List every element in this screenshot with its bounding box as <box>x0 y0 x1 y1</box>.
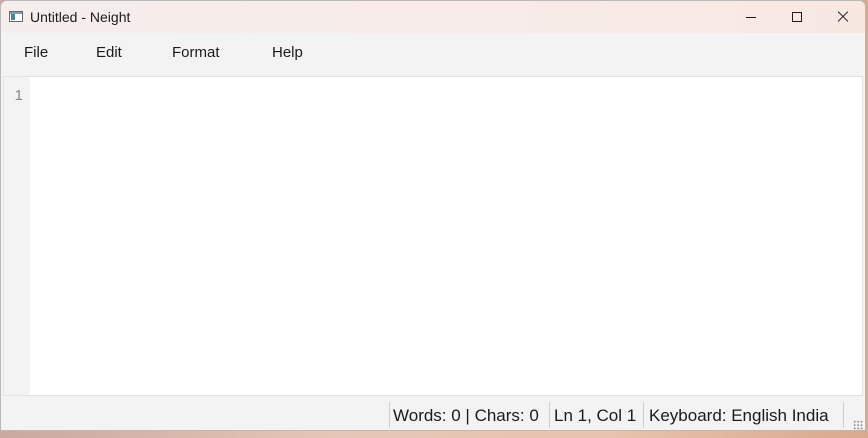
maximize-icon <box>792 12 802 22</box>
minimize-icon <box>746 16 756 18</box>
menu-edit[interactable]: Edit <box>96 44 122 61</box>
close-icon <box>837 11 849 23</box>
window-title: Untitled - Neight <box>30 9 131 25</box>
menu-bar: File Edit Format Help <box>1 33 865 73</box>
status-divider <box>643 402 644 428</box>
menu-file[interactable]: File <box>24 44 48 61</box>
minimize-button[interactable] <box>728 1 774 33</box>
status-divider <box>549 402 550 428</box>
resize-grip-icon[interactable] <box>853 420 863 430</box>
status-divider <box>389 402 390 428</box>
app-window: Untitled - Neight File Edit Format Help … <box>0 0 866 431</box>
status-word-char-count: Words: 0 | Chars: 0 <box>393 406 539 425</box>
menu-help[interactable]: Help <box>272 44 303 61</box>
status-divider <box>843 402 844 428</box>
line-number: 1 <box>14 87 23 104</box>
status-cursor-position: Ln 1, Col 1 <box>554 406 637 425</box>
line-number-gutter: 1 <box>4 77 30 395</box>
editor-pane: 1 <box>3 76 863 396</box>
app-icon <box>9 11 23 22</box>
text-editor-area[interactable] <box>30 77 862 395</box>
status-bar: Words: 0 | Chars: 0 Ln 1, Col 1 Keyboard… <box>1 398 865 430</box>
close-button[interactable] <box>820 1 865 33</box>
maximize-button[interactable] <box>774 1 820 33</box>
menu-format[interactable]: Format <box>172 44 220 61</box>
title-bar[interactable]: Untitled - Neight <box>1 1 865 33</box>
status-keyboard-layout: Keyboard: English India <box>649 406 829 425</box>
